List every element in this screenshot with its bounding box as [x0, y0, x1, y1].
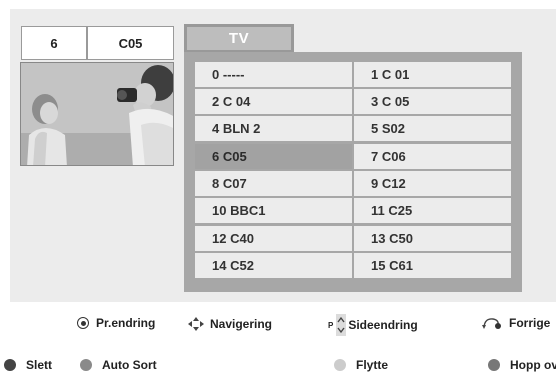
legend-delete-label: Slett	[26, 358, 53, 372]
channel-label: 9 C12	[371, 176, 406, 191]
legend-back: Forrige	[481, 316, 550, 330]
channel-item[interactable]: 11 C25	[354, 198, 511, 223]
green-button-icon	[80, 359, 92, 371]
page-up-down-icon	[336, 314, 347, 336]
channel-label: 14 C52	[212, 258, 254, 273]
channel-item-selected[interactable]: 6 C05	[195, 144, 352, 169]
channel-label: 2 C 04	[212, 94, 251, 109]
yellow-button-icon	[334, 359, 346, 371]
channel-label: 15 C61	[371, 258, 413, 273]
legend-navigation-label: Navigering	[210, 317, 273, 331]
navigation-arrows-icon	[188, 317, 204, 331]
blue-button-icon	[488, 359, 500, 371]
channel-label: 12 C40	[212, 231, 254, 246]
back-return-icon	[482, 318, 501, 329]
channel-label: 13 C50	[371, 231, 413, 246]
channel-item[interactable]: 7 C06	[354, 144, 511, 169]
channel-list: 0 ----- 1 C 01 2 C 04 3 C 05 4 BLN 2 5 S…	[184, 52, 522, 292]
legend-navigation: Navigering	[187, 316, 272, 332]
legend-back-label: Forrige	[509, 316, 551, 330]
channel-label: 8 C07	[212, 176, 247, 191]
channel-label: 11 C25	[371, 203, 413, 218]
legend-page-change-label: Sideendring	[348, 318, 418, 332]
channel-item[interactable]: 10 BBC1	[195, 198, 352, 223]
channel-label: 4 BLN 2	[212, 121, 261, 136]
channel-item[interactable]: 15 C61	[354, 253, 511, 278]
channel-item[interactable]: 8 C07	[195, 171, 352, 196]
legend-prog-change: Pr.endring	[77, 316, 155, 330]
legend-auto-sort: Auto Sort	[80, 358, 157, 372]
legend-prog-change-label: Pr.endring	[96, 316, 156, 330]
tab-tv[interactable]: TV	[184, 24, 294, 53]
tv-preview-image	[20, 62, 174, 166]
channel-item[interactable]: 2 C 04	[195, 89, 352, 114]
channel-item[interactable]: 14 C52	[195, 253, 352, 278]
channel-item[interactable]: 12 C40	[195, 226, 352, 251]
channel-item[interactable]: 9 C12	[354, 171, 511, 196]
legend-auto-sort-label: Auto Sort	[102, 358, 157, 372]
program-number-box: 6	[21, 26, 87, 60]
program-number: 6	[50, 35, 58, 51]
program-name-box: C05	[87, 26, 174, 60]
legend-move-label: Flytte	[356, 358, 389, 372]
channel-item[interactable]: 4 BLN 2	[195, 116, 352, 141]
channel-item[interactable]: 5 S02	[354, 116, 511, 141]
channel-label: 10 BBC1	[212, 203, 266, 218]
channel-item[interactable]: 1 C 01	[354, 62, 511, 87]
channel-item[interactable]: 13 C50	[354, 226, 511, 251]
channel-item[interactable]: 3 C 05	[354, 89, 511, 114]
channel-label: 7 C06	[371, 149, 406, 164]
legend-delete: Slett	[4, 358, 52, 372]
legend-move: Flytte	[334, 358, 388, 372]
channel-label: 3 C 05	[371, 94, 410, 109]
ok-button-icon	[77, 317, 89, 329]
legend-skip: Hopp ov	[488, 358, 556, 372]
channel-label: 0 -----	[212, 67, 245, 82]
channel-label: 5 S02	[371, 121, 405, 136]
channel-item[interactable]: 0 -----	[195, 62, 352, 87]
legend-page-change: P Sideendring	[328, 314, 418, 336]
channel-label: 6 C05	[212, 149, 247, 164]
preview-picture	[21, 63, 173, 165]
channel-label: 1 C 01	[371, 67, 410, 82]
program-name: C05	[118, 35, 143, 51]
page-prefix-label: P	[328, 320, 334, 330]
red-button-icon	[4, 359, 16, 371]
legend-skip-label: Hopp ov	[510, 358, 556, 372]
tab-tv-label: TV	[228, 30, 250, 47]
